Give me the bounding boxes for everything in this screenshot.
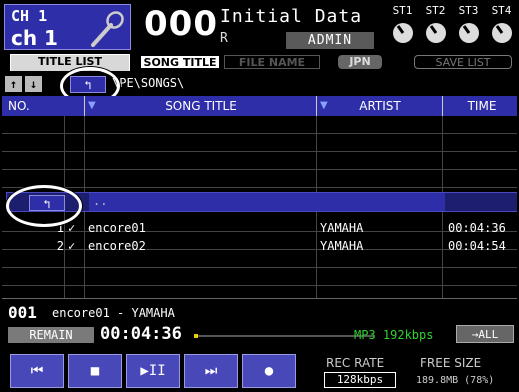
free-size-value: 189.8MB (78%)	[416, 375, 495, 386]
highlight-circle	[6, 185, 82, 227]
rec-rate-selector[interactable]: 128kbps	[324, 372, 396, 388]
now-playing-track: encore01 - YAMAHA	[52, 306, 175, 320]
song-title: encore01	[88, 221, 146, 235]
table-header: NO. ▼ SONG TITLE ▼ ARTIST TIME	[2, 96, 517, 116]
sort-indicator-icon: ▼	[320, 100, 328, 111]
column-header-song-title[interactable]: ▼ SONG TITLE	[86, 96, 316, 116]
st1-label: ST1	[392, 4, 413, 17]
channel-name: ch 1	[11, 26, 58, 50]
play-pause-icon: ▶II	[140, 363, 166, 379]
record-button[interactable]: ●	[242, 354, 296, 388]
rewind-button[interactable]: ⏮	[10, 354, 64, 388]
sort-ascending-button[interactable]: ↑	[5, 76, 22, 92]
save-list-button[interactable]: SAVE LIST	[414, 55, 512, 69]
stop-button[interactable]: ■	[68, 354, 122, 388]
column-header-time[interactable]: TIME	[444, 96, 517, 116]
check-icon[interactable]: ✓	[68, 221, 75, 235]
st2-knob-group[interactable]: ST2	[419, 4, 452, 50]
tab-file-name[interactable]: FILE NAME	[224, 55, 320, 69]
song-number: 2	[56, 239, 64, 253]
forward-icon: ⏭	[204, 363, 218, 379]
st2-label: ST2	[425, 4, 446, 17]
column-header-artist-label: ARTIST	[359, 99, 401, 113]
knob-icon	[459, 23, 479, 43]
parent-directory-row[interactable]: ↰ ..	[6, 192, 517, 212]
play-pause-button[interactable]: ▶II	[126, 354, 180, 388]
tab-song-title[interactable]: SONG TITLE	[140, 55, 220, 69]
sort-descending-button[interactable]: ↓	[25, 76, 42, 92]
stop-icon: ■	[90, 363, 100, 379]
remain-toggle-button[interactable]: REMAIN	[8, 327, 94, 343]
transport-bar: ⏮ ■ ▶II ⏭ ● REC RATE 128kbps FREE SIZE 1…	[2, 348, 517, 390]
header-bar: CH 1 ch 1 000 Initial Data R ADMIN ST1 S…	[2, 2, 517, 52]
jpn-button[interactable]: JPN	[338, 55, 382, 69]
now-playing-index: 001	[8, 303, 37, 322]
empty-row	[2, 134, 517, 152]
current-path: \PE\SONGS\	[112, 76, 185, 90]
channel-number: CH 1	[11, 7, 48, 25]
free-size-label: FREE SIZE	[420, 356, 482, 370]
microphone-icon	[91, 11, 124, 47]
scene-title: Initial Data	[220, 6, 363, 27]
table-row[interactable]: 1 ✓ encore01 YAMAHA 00:04:36	[2, 219, 517, 237]
parent-directory-label: ..	[93, 194, 108, 208]
progress-bar[interactable]	[194, 334, 374, 338]
song-artist: YAMAHA	[320, 239, 364, 253]
rewind-icon: ⏮	[30, 363, 44, 379]
stereo-knob-group: ST1 ST2 ST3 ST4	[386, 4, 517, 50]
forward-button[interactable]: ⏭	[184, 354, 238, 388]
scene-readonly-flag: R	[220, 31, 228, 46]
now-playing-panel: 001 encore01 - YAMAHA REMAIN 00:04:36 MP…	[2, 298, 517, 348]
knob-icon	[393, 23, 413, 43]
column-divider	[442, 96, 443, 116]
scene-block[interactable]: 000 Initial Data R ADMIN	[136, 4, 380, 50]
song-time: 00:04:54	[448, 239, 506, 253]
column-header-no[interactable]: NO.	[6, 96, 56, 116]
st3-knob-group[interactable]: ST3	[452, 4, 485, 50]
empty-row	[2, 170, 517, 188]
song-time: 00:04:36	[448, 221, 506, 235]
song-artist: YAMAHA	[320, 221, 364, 235]
rec-rate-label: REC RATE	[326, 356, 385, 370]
tab-title-list[interactable]: TITLE LIST	[10, 54, 130, 71]
file-format: MP3 192kbps	[354, 328, 434, 342]
song-title: encore02	[88, 239, 146, 253]
sort-indicator-icon: ▼	[88, 100, 96, 111]
scene-number: 000	[144, 4, 218, 44]
knob-icon	[492, 23, 512, 43]
selection-highlight	[321, 193, 445, 211]
check-icon[interactable]: ✓	[68, 239, 75, 253]
st4-knob-group[interactable]: ST4	[485, 4, 517, 50]
table-row[interactable]: 2 ✓ encore02 YAMAHA 00:04:54	[2, 237, 517, 255]
selection-highlight	[89, 193, 321, 211]
remaining-time: 00:04:36	[100, 324, 182, 344]
column-divider	[84, 96, 85, 116]
empty-row	[2, 116, 517, 134]
repeat-all-button[interactable]: →ALL	[456, 325, 514, 343]
empty-row	[2, 268, 517, 286]
column-header-artist[interactable]: ▼ ARTIST	[318, 96, 442, 116]
column-header-song-title-label: SONG TITLE	[165, 99, 237, 113]
knob-icon	[426, 23, 446, 43]
channel-block[interactable]: CH 1 ch 1	[4, 4, 131, 50]
st1-knob-group[interactable]: ST1	[386, 4, 419, 50]
column-divider	[316, 96, 317, 116]
user-level-badge: ADMIN	[286, 32, 374, 49]
empty-row	[2, 152, 517, 170]
progress-fill	[194, 334, 198, 338]
st3-label: ST3	[458, 4, 479, 17]
song-file-manager-screen: CH 1 ch 1 000 Initial Data R ADMIN ST1 S…	[0, 0, 519, 392]
record-icon: ●	[264, 363, 274, 379]
st4-label: ST4	[491, 4, 512, 17]
